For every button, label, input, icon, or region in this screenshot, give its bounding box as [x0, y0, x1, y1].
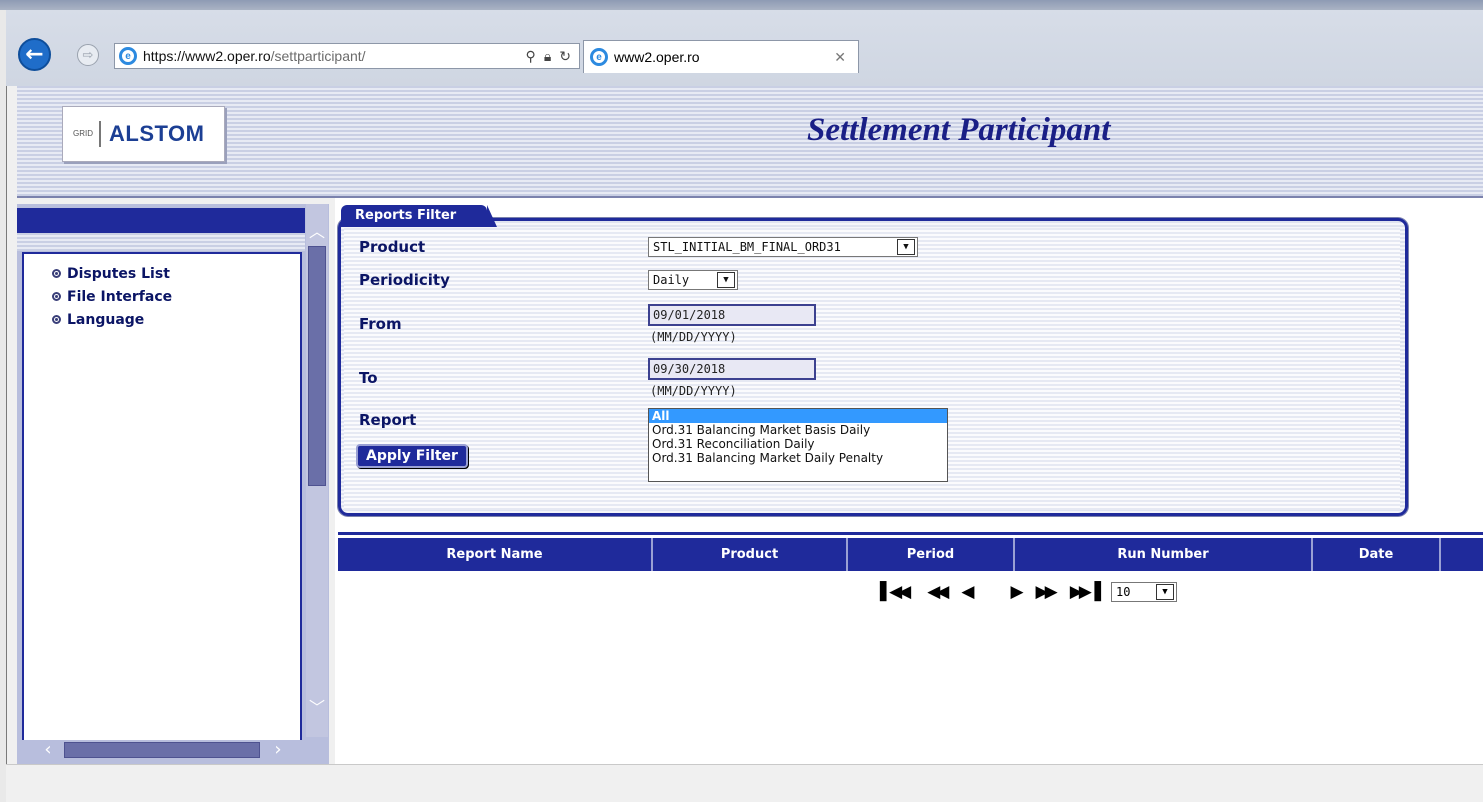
fast-forward-icon[interactable]: ▶▶: [1036, 582, 1058, 602]
to-label: To: [359, 369, 378, 387]
report-label: Report: [359, 411, 417, 429]
lock-icon[interactable]: 🔒︎: [544, 48, 551, 65]
first-page-icon[interactable]: ▌◀◀: [880, 582, 911, 602]
column-header-period[interactable]: Period: [848, 538, 1015, 571]
results-table: Report Name Product Period Run Number Da…: [338, 532, 1483, 572]
search-icon[interactable]: ⚲: [526, 48, 536, 65]
sidebar-item-file-interface[interactable]: File Interface: [24, 285, 300, 308]
column-header-extra[interactable]: [1441, 538, 1483, 571]
column-header-date[interactable]: Date: [1313, 538, 1441, 571]
sidebar-vertical-scrollbar[interactable]: ︿ ﹀: [306, 204, 328, 737]
alstom-logo: GRID ALSTOM: [62, 106, 225, 162]
report-option[interactable]: Ord.31 Balancing Market Basis Daily: [649, 423, 947, 437]
table-header-row: Report Name Product Period Run Number Da…: [338, 538, 1483, 571]
sidebar-menu: Disputes List File Interface Language: [22, 252, 302, 742]
bullet-icon: [52, 269, 61, 278]
scroll-thumb[interactable]: [64, 742, 260, 758]
sidebar-item-disputes-list[interactable]: Disputes List: [24, 262, 300, 285]
periodicity-value: Daily: [653, 273, 690, 287]
periodicity-label: Periodicity: [359, 271, 450, 289]
last-page-icon[interactable]: ▶▶▐: [1070, 582, 1101, 602]
report-option[interactable]: Ord.31 Balancing Market Daily Penalty: [649, 451, 947, 465]
chevron-down-icon[interactable]: ▼: [897, 239, 915, 255]
ie-icon: e: [590, 48, 608, 66]
status-bar: [6, 764, 1483, 802]
sidebar-stripe: [17, 233, 305, 251]
rewind-icon[interactable]: ◀◀: [927, 582, 949, 602]
refresh-icon[interactable]: ↻: [559, 48, 571, 65]
from-date-hint: (MM/DD/YYYY): [650, 330, 737, 344]
address-url[interactable]: https://www2.oper.ro/settparticipant/: [143, 48, 366, 64]
bullet-icon: [52, 292, 61, 301]
previous-page-icon[interactable]: ◀: [961, 582, 974, 602]
chevron-right-icon[interactable]: ›: [268, 740, 288, 760]
from-date-input[interactable]: 09/01/2018: [648, 304, 816, 326]
sidebar-horizontal-scrollbar[interactable]: ‹ ›: [22, 740, 306, 760]
next-page-icon[interactable]: ▶: [1010, 582, 1023, 602]
arrow-left-icon: ←: [25, 42, 44, 67]
chevron-up-icon[interactable]: ︿: [309, 224, 325, 240]
address-bar[interactable]: e https://www2.oper.ro/settparticipant/ …: [114, 43, 580, 69]
product-value: STL_INITIAL_BM_FINAL_ORD31: [653, 240, 841, 254]
tab-title: www2.oper.ro: [614, 49, 700, 65]
ie-icon: e: [119, 47, 137, 65]
sidebar-item-label: File Interface: [67, 288, 173, 305]
chevron-down-icon[interactable]: ▼: [717, 272, 735, 288]
from-label: From: [359, 315, 402, 333]
close-tab-icon[interactable]: ✕: [834, 49, 846, 66]
arrow-right-icon: ⇨: [82, 47, 94, 63]
column-header-report-name[interactable]: Report Name: [338, 538, 653, 571]
page-size-select[interactable]: 10 ▼: [1111, 582, 1177, 602]
bullet-icon: [52, 315, 61, 324]
pagination: ▌◀◀ ◀◀ ◀ ▶ ▶▶ ▶▶▐: [880, 582, 1113, 602]
desktop-backdrop: [0, 0, 1483, 10]
sidebar-item-label: Disputes List: [67, 265, 170, 282]
chevron-left-icon[interactable]: ‹: [38, 740, 58, 760]
sidebar-item-label: Language: [67, 311, 145, 328]
app-banner: GRID ALSTOM Settlement Participant: [17, 86, 1483, 198]
chevron-down-icon[interactable]: ﹀: [309, 700, 325, 716]
page-title: Settlement Participant: [807, 112, 1111, 148]
sidebar-item-language[interactable]: Language: [24, 308, 300, 331]
report-option[interactable]: All: [649, 409, 947, 423]
forward-button[interactable]: ⇨: [77, 44, 99, 66]
periodicity-select[interactable]: Daily ▼: [648, 270, 738, 290]
chevron-down-icon[interactable]: ▼: [1156, 584, 1174, 600]
scroll-thumb[interactable]: [308, 246, 326, 486]
product-label: Product: [359, 238, 426, 256]
to-date-input[interactable]: 09/30/2018: [648, 358, 816, 380]
apply-filter-button[interactable]: Apply Filter: [356, 444, 468, 468]
column-header-product[interactable]: Product: [653, 538, 848, 571]
column-header-run-number[interactable]: Run Number: [1015, 538, 1313, 571]
report-listbox[interactable]: All Ord.31 Balancing Market Basis Daily …: [648, 408, 948, 482]
browser-tab[interactable]: e www2.oper.ro ✕: [583, 40, 859, 73]
report-option[interactable]: Ord.31 Reconciliation Daily: [649, 437, 947, 451]
back-button[interactable]: ←: [18, 38, 51, 71]
page-size-value: 10: [1116, 585, 1131, 599]
to-date-hint: (MM/DD/YYYY): [650, 384, 737, 398]
filter-tab: Reports Filter: [341, 205, 497, 227]
product-select[interactable]: STL_INITIAL_BM_FINAL_ORD31 ▼: [648, 237, 918, 257]
sidebar: Disputes List File Interface Language ︿ …: [17, 204, 329, 764]
sidebar-header: [17, 208, 305, 233]
